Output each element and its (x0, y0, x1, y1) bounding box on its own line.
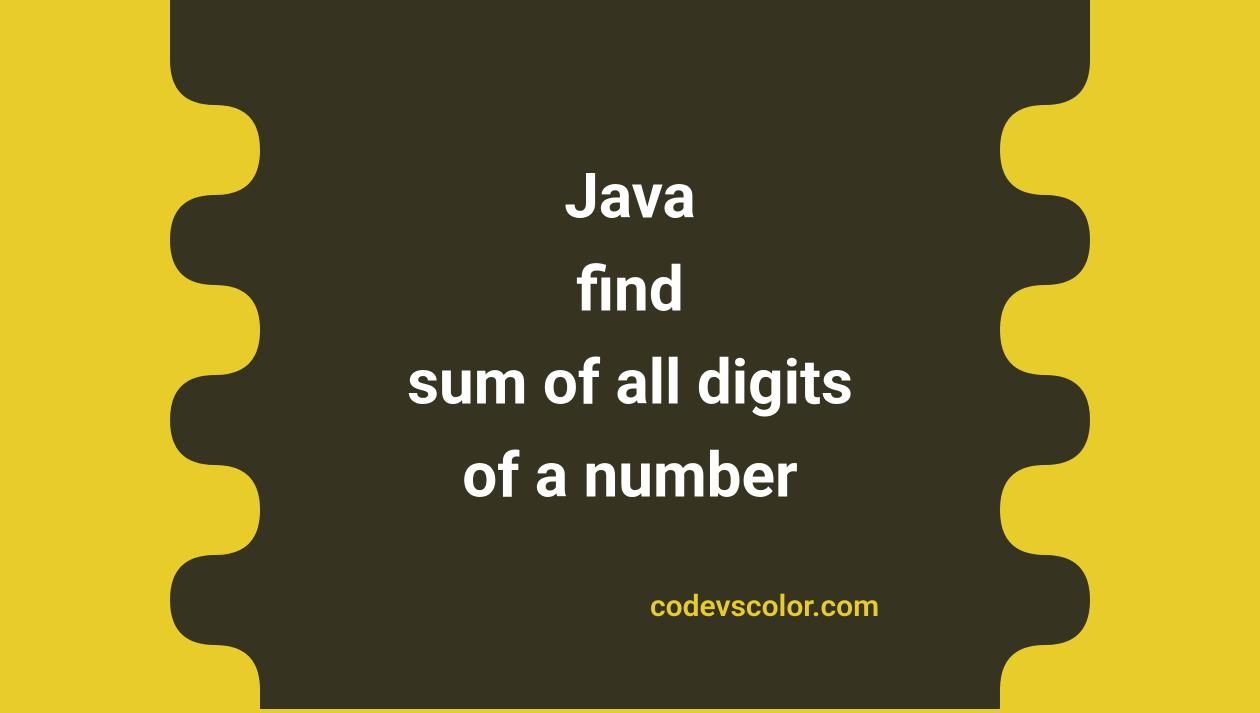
site-watermark: codevscolor.com (650, 589, 879, 624)
banner-title: Java find sum of all digits of a number (407, 150, 853, 522)
